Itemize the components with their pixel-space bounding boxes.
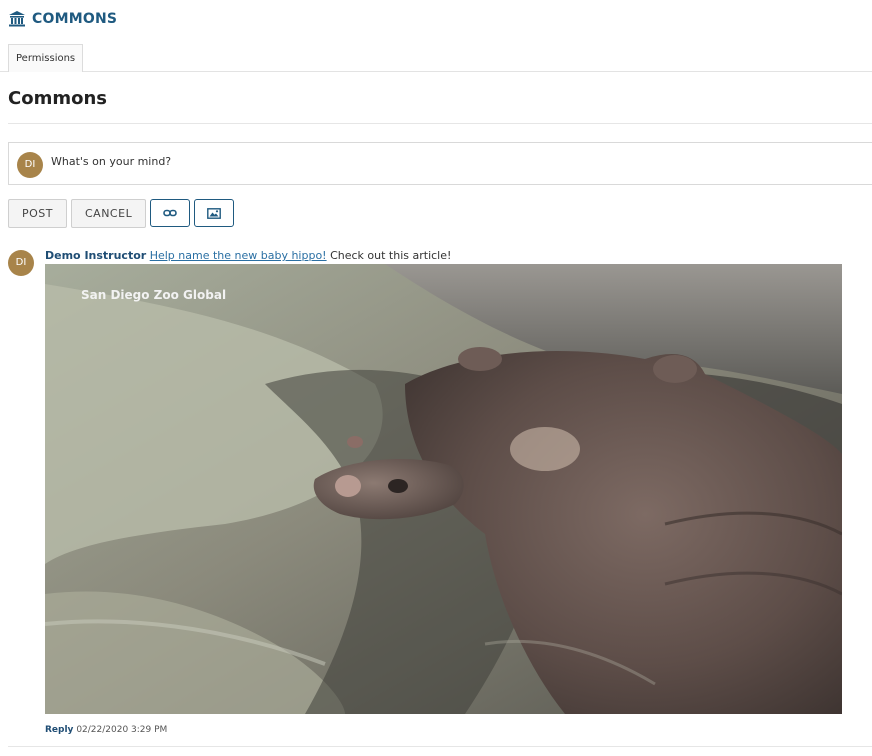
post-timestamp: 02/22/2020 3:29 PM xyxy=(76,725,168,735)
post-composer: DI xyxy=(8,142,872,185)
insert-link-button[interactable] xyxy=(150,199,191,227)
tool-title[interactable]: COMMONS xyxy=(32,11,117,27)
composer-avatar: DI xyxy=(17,152,43,178)
post-button[interactable]: POST xyxy=(8,199,67,228)
tool-header: COMMONS xyxy=(8,10,117,28)
hippo-photo: San Diego Zoo Global xyxy=(45,264,842,714)
cancel-button[interactable]: CANCEL xyxy=(71,199,147,228)
post-header: Demo Instructor Help name the new baby h… xyxy=(45,249,451,262)
post-author: Demo Instructor xyxy=(45,249,147,262)
insert-image-button[interactable] xyxy=(194,199,235,227)
image-watermark: San Diego Zoo Global xyxy=(81,288,226,302)
post-footer: Reply 02/22/2020 3:29 PM xyxy=(45,725,167,735)
bank-icon xyxy=(9,11,25,27)
post-image[interactable]: San Diego Zoo Global xyxy=(45,264,842,714)
reply-link[interactable]: Reply xyxy=(45,725,73,735)
tab-bar: Permissions xyxy=(0,44,872,72)
tab-permissions[interactable]: Permissions xyxy=(8,44,84,72)
title-divider xyxy=(8,123,872,124)
post-article-link[interactable]: Help name the new baby hippo! xyxy=(150,249,327,262)
image-icon xyxy=(207,207,222,219)
link-icon xyxy=(163,209,178,217)
post-author-avatar: DI xyxy=(8,250,34,276)
composer-actions: POST CANCEL xyxy=(8,199,235,228)
post-body-text: Check out this article! xyxy=(326,249,452,262)
post-input[interactable] xyxy=(51,151,651,171)
post-divider xyxy=(8,746,872,747)
page-title: Commons xyxy=(8,88,107,109)
